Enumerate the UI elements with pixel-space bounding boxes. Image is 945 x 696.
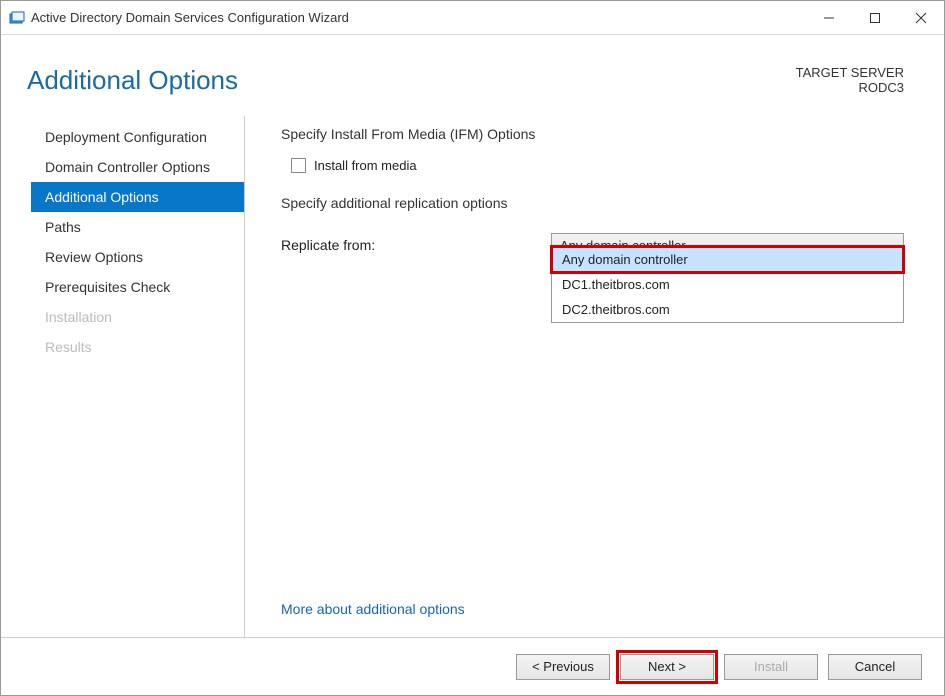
install-from-media-checkbox[interactable] [291, 158, 306, 173]
ifm-heading: Specify Install From Media (IFM) Options [281, 126, 904, 142]
wizard-footer: < Previous Next > Install Cancel [1, 637, 944, 695]
page-title: Additional Options [27, 65, 796, 96]
dropdown-item-any-domain-controller[interactable]: Any domain controller [552, 247, 903, 272]
maximize-button[interactable] [852, 1, 898, 34]
replication-heading: Specify additional replication options [281, 195, 904, 211]
page-header: Additional Options TARGET SERVER RODC3 [1, 35, 944, 116]
more-about-additional-options-link[interactable]: More about additional options [281, 601, 904, 627]
window-controls [806, 1, 944, 34]
target-server-block: TARGET SERVER RODC3 [796, 65, 904, 95]
window-title: Active Directory Domain Services Configu… [31, 10, 806, 25]
dropdown-item-dc2[interactable]: DC2.theitbros.com [552, 297, 903, 322]
sidebar-item-results: Results [31, 332, 244, 362]
sidebar-item-review-options[interactable]: Review Options [31, 242, 244, 272]
dropdown-item-dc1[interactable]: DC1.theitbros.com [552, 272, 903, 297]
install-button: Install [724, 654, 818, 680]
cancel-button[interactable]: Cancel [828, 654, 922, 680]
target-server-label: TARGET SERVER [796, 65, 904, 80]
sidebar-item-additional-options[interactable]: Additional Options [31, 182, 244, 212]
title-bar: Active Directory Domain Services Configu… [1, 1, 944, 35]
app-icon [9, 10, 25, 26]
sidebar-item-prerequisites-check[interactable]: Prerequisites Check [31, 272, 244, 302]
replicate-from-label: Replicate from: [281, 237, 551, 253]
sidebar-item-paths[interactable]: Paths [31, 212, 244, 242]
install-from-media-row[interactable]: Install from media [291, 158, 904, 173]
sidebar-item-installation: Installation [31, 302, 244, 332]
install-from-media-label: Install from media [314, 158, 417, 173]
sidebar-item-deployment-configuration[interactable]: Deployment Configuration [31, 122, 244, 152]
close-button[interactable] [898, 1, 944, 34]
replicate-from-dropdown-list: Any domain controller DC1.theitbros.com … [551, 246, 904, 323]
content-panel: Specify Install From Media (IFM) Options… [245, 116, 914, 637]
next-button[interactable]: Next > [620, 654, 714, 680]
sidebar-item-domain-controller-options[interactable]: Domain Controller Options [31, 152, 244, 182]
minimize-button[interactable] [806, 1, 852, 34]
wizard-steps-sidebar: Deployment Configuration Domain Controll… [31, 116, 245, 637]
target-server-name: RODC3 [796, 80, 904, 95]
wizard-body: Deployment Configuration Domain Controll… [1, 116, 944, 637]
previous-button[interactable]: < Previous [516, 654, 610, 680]
